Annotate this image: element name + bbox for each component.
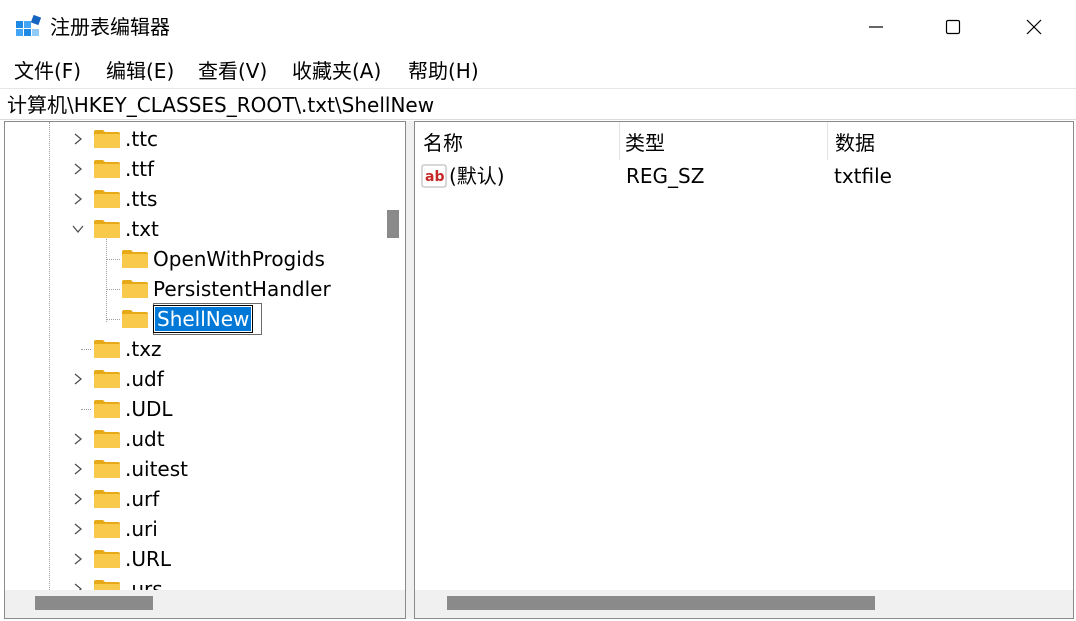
registry-tree[interactable]: .ttc .ttf .tts .txt OpenWithProgids Persisten… [4, 121, 406, 619]
tree-node-label: .urf [125, 487, 160, 511]
close-icon [1026, 19, 1042, 35]
column-header-type[interactable]: 类型 [617, 128, 665, 158]
list-item[interactable]: ab (默认) REG_SZ txtfile [415, 160, 1071, 192]
folder-icon [94, 490, 120, 508]
list-horizontal-scroll-thumb[interactable] [447, 596, 875, 610]
tree-node-label: .URL [125, 547, 172, 571]
address-bar[interactable]: 计算机\HKEY_CLASSES_ROOT\.txt\ShellNew [0, 88, 1076, 120]
tree-horizontal-scroll-thumb[interactable] [35, 596, 153, 610]
folder-icon [94, 430, 120, 448]
close-button[interactable] [998, 0, 1070, 54]
tree-node-label: .txz [125, 337, 162, 361]
tree-node[interactable]: .uitest [93, 454, 188, 484]
tree-guide-line [106, 289, 120, 290]
chevron-right-icon[interactable] [71, 522, 85, 536]
folder-icon [94, 460, 120, 478]
title-bar: 注册表编辑器 [0, 0, 1076, 54]
svg-text:ab: ab [425, 169, 444, 185]
tree-node[interactable]: .txt [93, 214, 159, 244]
menu-help[interactable]: 帮助(H) [408, 57, 479, 85]
reg-string-icon: ab [421, 164, 447, 188]
menu-file[interactable]: 文件(F) [14, 57, 81, 85]
tree-node-label: .tts [125, 187, 158, 211]
tree-node[interactable]: .udt [93, 424, 165, 454]
tree-node[interactable]: PersistentHandler [121, 274, 331, 304]
tree-guide-line [106, 319, 120, 320]
pane-splitter[interactable] [406, 121, 414, 619]
tree-node[interactable]: OpenWithProgids [121, 244, 325, 274]
minimize-icon [869, 26, 883, 28]
menu-favorites[interactable]: 收藏夹(A) [292, 57, 381, 85]
menu-bar: 文件(F) 编辑(E) 查看(V) 收藏夹(A) 帮助(H) [0, 54, 1076, 88]
tree-node-label: .udf [125, 367, 164, 391]
maximize-icon [945, 19, 961, 35]
tree-node-label: OpenWithProgids [153, 247, 325, 271]
folder-icon [94, 340, 120, 358]
tree-node[interactable]: .ttf [93, 154, 154, 184]
tree-node[interactable]: .udf [93, 364, 164, 394]
tree-node-label: .UDL [125, 397, 173, 421]
folder-icon [122, 310, 148, 328]
tree-guide-line [106, 259, 120, 260]
tree-node[interactable]: .txz [93, 334, 162, 364]
chevron-right-icon[interactable] [71, 162, 85, 176]
tree-node-label[interactable]: ShellNew [152, 305, 254, 333]
tree-node[interactable]: ShellNew [121, 303, 263, 335]
tree-vertical-scrollbar[interactable] [381, 122, 405, 590]
folder-icon [94, 370, 120, 388]
minimize-button[interactable] [840, 0, 912, 54]
folder-icon [94, 550, 120, 568]
chevron-right-icon[interactable] [71, 552, 85, 566]
folder-icon [94, 520, 120, 538]
tree-node[interactable]: .uri [93, 514, 158, 544]
chevron-down-icon[interactable] [71, 222, 85, 236]
column-header-name[interactable]: 名称 [415, 128, 463, 158]
chevron-right-icon[interactable] [71, 492, 85, 506]
tree-node-label: .txt [125, 217, 159, 241]
window-title: 注册表编辑器 [50, 15, 170, 39]
tree-node[interactable]: .URL [93, 544, 171, 574]
tree-node-label: .uitest [125, 457, 188, 481]
chevron-right-icon[interactable] [71, 462, 85, 476]
folder-icon [94, 190, 120, 208]
values-list[interactable]: 名称 类型 数据 ab (默认) REG_SZ txtfile [414, 121, 1074, 619]
regedit-icon [16, 14, 42, 36]
column-header-data[interactable]: 数据 [827, 128, 875, 158]
chevron-right-icon[interactable] [71, 132, 85, 146]
tree-node[interactable]: .tts [93, 184, 157, 214]
tree-node[interactable]: .urf [93, 484, 159, 514]
tree-node-label: .ttc [125, 127, 159, 151]
maximize-button[interactable] [917, 0, 989, 54]
tree-node-label: .ttf [125, 157, 155, 181]
tree-node-label: .uri [125, 517, 158, 541]
folder-icon [94, 160, 120, 178]
tree-guide-line [81, 409, 91, 410]
chevron-right-icon[interactable] [71, 192, 85, 206]
folder-icon [122, 280, 148, 298]
tree-node-label: .udt [125, 427, 165, 451]
chevron-right-icon[interactable] [71, 372, 85, 386]
tree-node-label: PersistentHandler [153, 277, 331, 301]
chevron-right-icon[interactable] [71, 432, 85, 446]
menu-edit[interactable]: 编辑(E) [106, 57, 174, 85]
tree-node[interactable]: .UDL [93, 394, 173, 424]
tree-guide-line [106, 236, 107, 322]
tree-vertical-scroll-thumb[interactable] [387, 210, 399, 238]
address-path[interactable]: 计算机\HKEY_CLASSES_ROOT\.txt\ShellNew [7, 91, 434, 119]
tree-guide-line [49, 122, 50, 590]
menu-view[interactable]: 查看(V) [198, 57, 267, 85]
folder-icon [122, 250, 148, 268]
tree-node[interactable]: .ttc [93, 124, 158, 154]
folder-icon [94, 400, 120, 418]
rename-input[interactable]: ShellNew [152, 303, 263, 335]
folder-icon [94, 130, 120, 148]
folder-icon [94, 220, 120, 238]
value-type: REG_SZ [626, 164, 705, 188]
value-data: txtfile [834, 164, 892, 188]
tree-guide-line [81, 349, 91, 350]
value-name: (默认) [449, 164, 505, 188]
